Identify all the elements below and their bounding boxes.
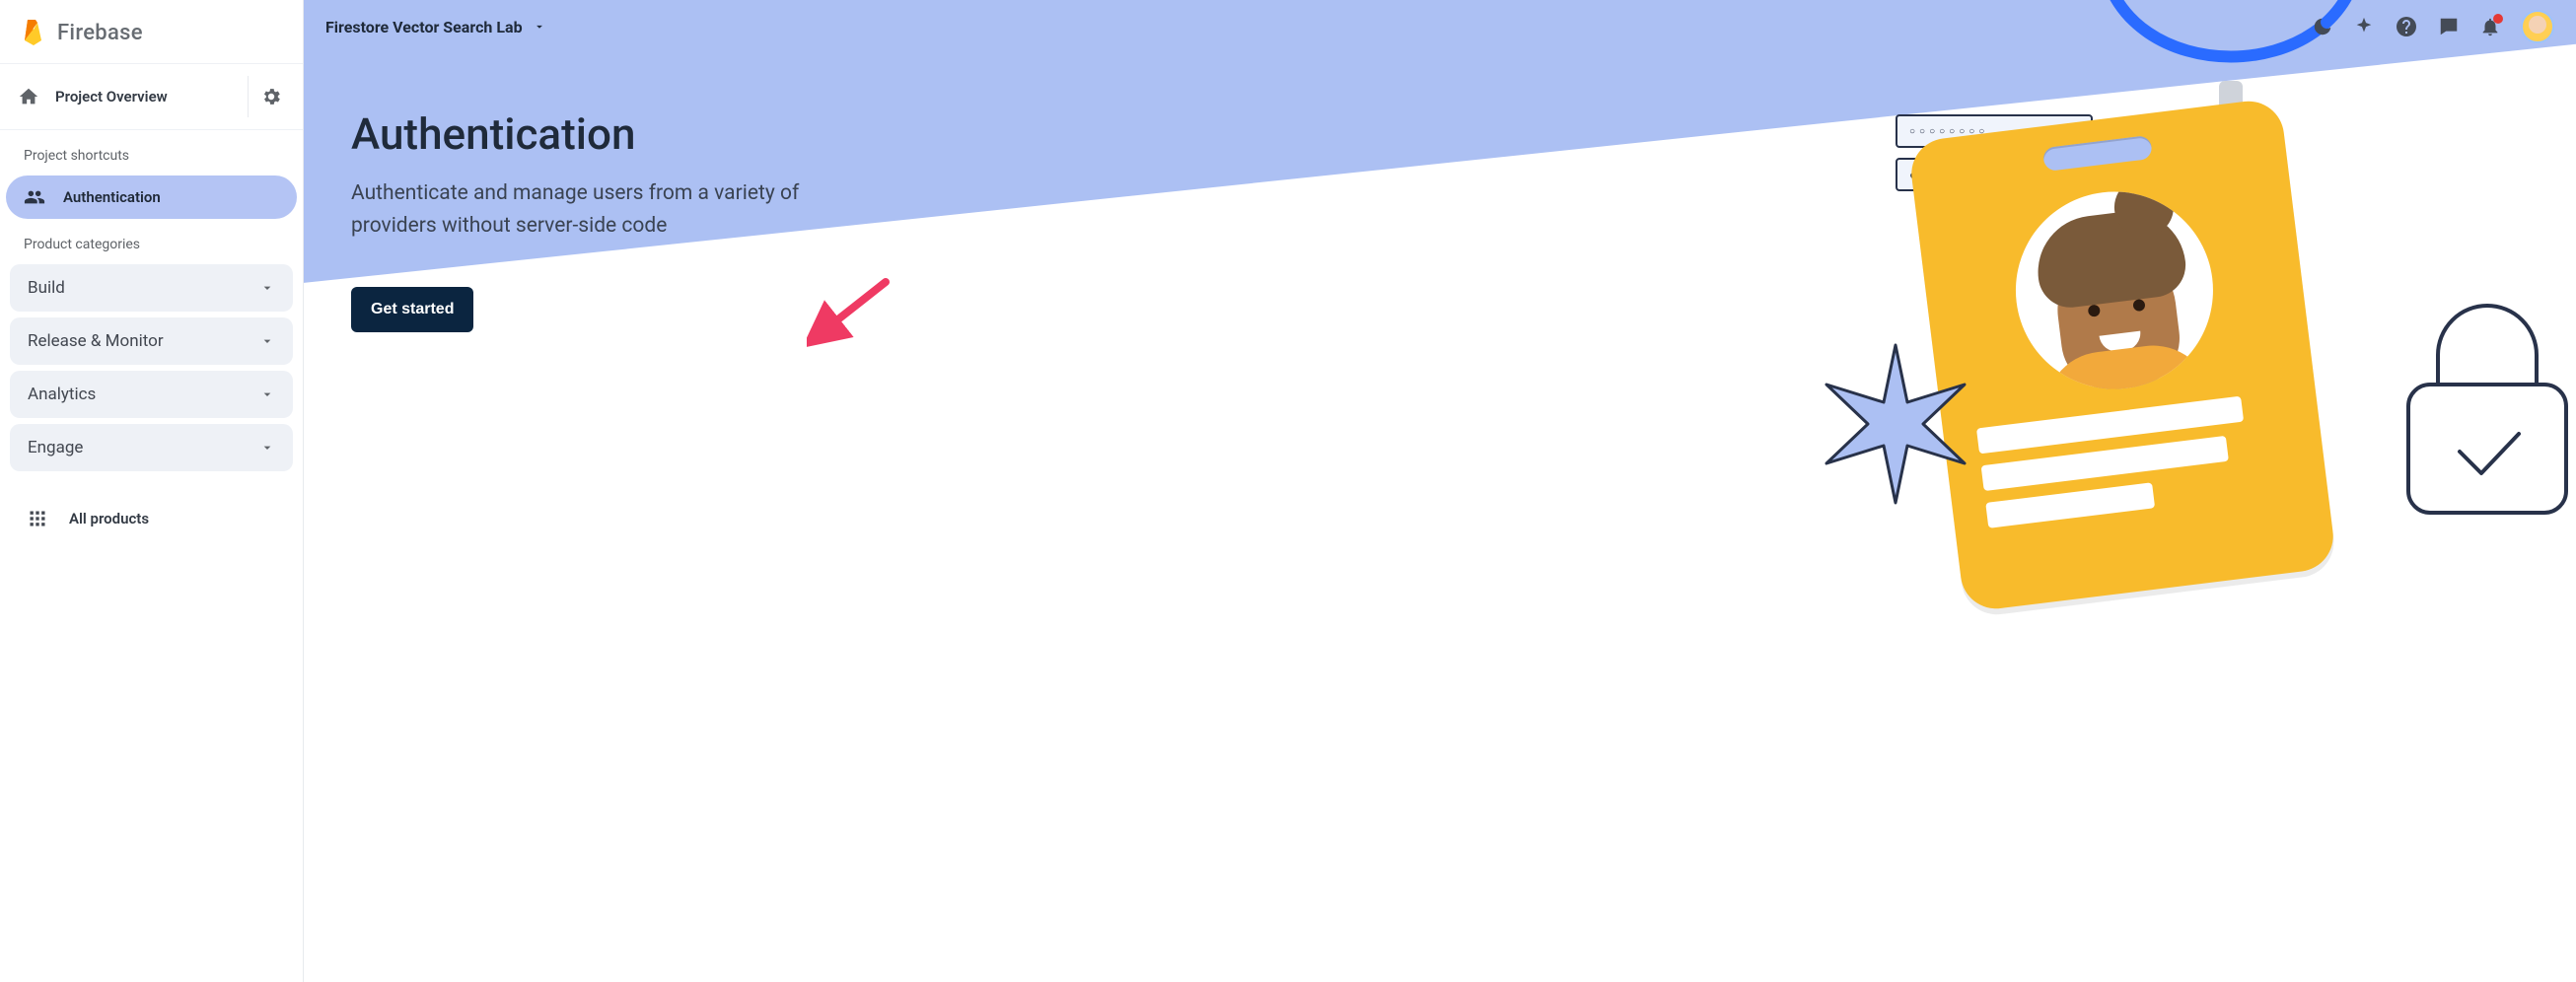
category-engage[interactable]: Engage: [10, 424, 293, 471]
feedback-button[interactable]: [2438, 16, 2460, 37]
moon-icon: [2312, 16, 2333, 37]
shortcuts-heading: Project shortcuts: [0, 130, 303, 175]
brand-name: Firebase: [57, 21, 143, 45]
category-build[interactable]: Build: [10, 264, 293, 312]
project-name: Firestore Vector Search Lab: [325, 18, 523, 36]
grid-icon: [28, 509, 47, 528]
get-started-button[interactable]: Get started: [351, 287, 473, 332]
chevron-down-icon: [259, 333, 275, 349]
category-label: Build: [28, 278, 65, 298]
help-button[interactable]: [2395, 15, 2418, 38]
categories-heading: Product categories: [0, 219, 303, 264]
project-overview-row: Project Overview: [0, 64, 303, 130]
hero-illustration: ○○○○○○○○ ●●●●●●●●●●●●●: [1856, 0, 2566, 982]
project-overview-link[interactable]: Project Overview: [0, 74, 185, 119]
project-overview-label: Project Overview: [55, 88, 168, 105]
hero-banner: Authentication Authenticate and manage u…: [304, 0, 2576, 982]
people-icon: [24, 186, 45, 208]
theme-toggle-button[interactable]: [2312, 16, 2333, 37]
firebase-logo-icon: [22, 18, 45, 47]
asterisk-icon: [1797, 325, 1994, 523]
home-icon: [18, 86, 39, 107]
note-icon: [2438, 16, 2460, 37]
project-switcher[interactable]: Firestore Vector Search Lab: [325, 18, 546, 36]
category-label: Analytics: [28, 385, 96, 404]
category-release-monitor[interactable]: Release & Monitor: [10, 317, 293, 365]
sidebar: Firebase Project Overview Project shortc…: [0, 0, 304, 982]
all-products-link[interactable]: All products: [0, 485, 303, 552]
notifications-button[interactable]: [2479, 16, 2501, 37]
help-icon: [2395, 15, 2418, 38]
sparkle-icon: [2353, 16, 2375, 37]
notification-dot: [2493, 14, 2503, 24]
caret-down-icon: [533, 20, 546, 34]
all-products-label: All products: [69, 510, 149, 527]
gear-icon: [260, 86, 282, 107]
chevron-down-icon: [259, 440, 275, 456]
avatar-image: [2529, 16, 2546, 34]
brand[interactable]: Firebase: [0, 0, 303, 64]
shortcut-list: Authentication: [0, 175, 303, 219]
chevron-down-icon: [259, 386, 275, 402]
main-content: Authentication Authenticate and manage u…: [304, 0, 2576, 982]
category-label: Release & Monitor: [28, 331, 164, 351]
sparkle-button[interactable]: [2353, 16, 2375, 37]
topbar: Firestore Vector Search Lab: [304, 0, 2576, 43]
page-title: Authentication: [351, 108, 864, 160]
category-list: Build Release & Monitor Analytics Engage: [0, 264, 303, 471]
category-analytics[interactable]: Analytics: [10, 371, 293, 418]
sidebar-item-authentication[interactable]: Authentication: [6, 175, 297, 219]
hero-copy: Authentication Authenticate and manage u…: [351, 108, 864, 332]
category-label: Engage: [28, 438, 83, 457]
padlock-icon: [2379, 286, 2576, 542]
topbar-actions: [2312, 10, 2554, 43]
page-subtitle: Authenticate and manage users from a var…: [351, 177, 864, 242]
account-avatar[interactable]: [2521, 10, 2554, 43]
sidebar-item-label: Authentication: [63, 188, 161, 206]
project-settings-button[interactable]: [248, 76, 293, 117]
chevron-down-icon: [259, 280, 275, 296]
